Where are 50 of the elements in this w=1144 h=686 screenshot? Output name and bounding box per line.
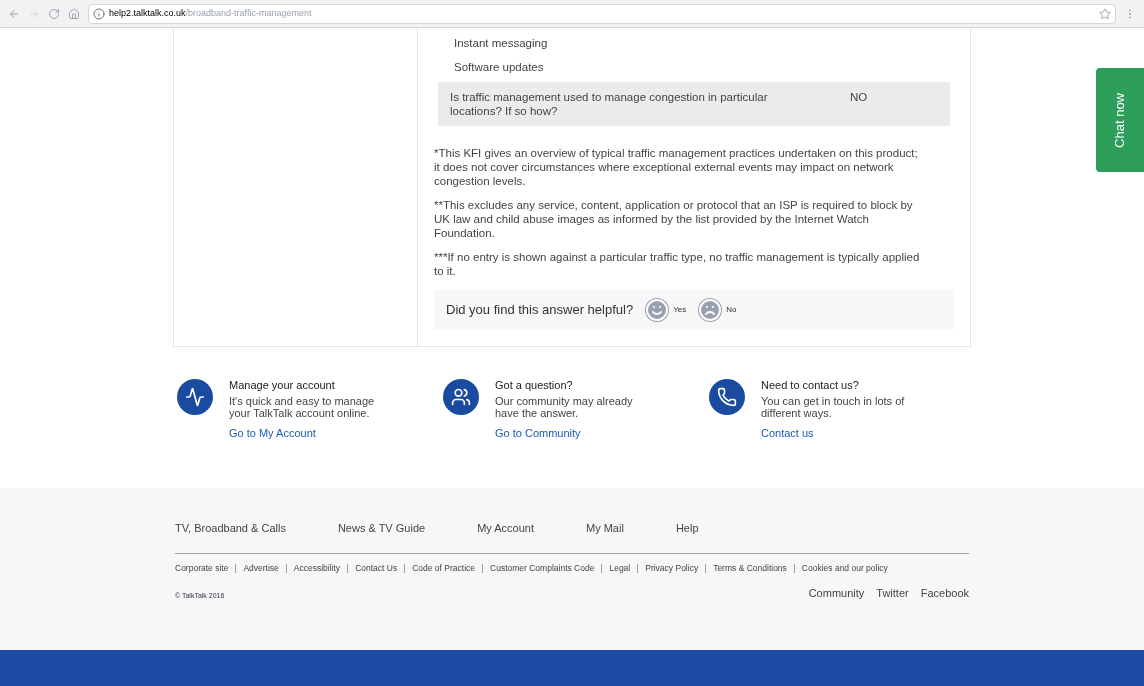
footer-link[interactable]: Customer Complaints Code	[490, 561, 595, 575]
feedback-question: Did you find this answer helpful?	[446, 303, 634, 317]
feedback-button[interactable]: Yes	[645, 298, 687, 322]
pulse-icon	[185, 387, 205, 407]
card-text: It's quick and easy to manage your TalkTalk account online.	[229, 395, 376, 419]
traffic-type: Instant messaging	[454, 36, 549, 50]
footer-nav-link[interactable]: Help	[675, 520, 699, 537]
footer-link[interactable]: Legal	[609, 561, 631, 575]
card-text: Our community may already have the answer.	[495, 395, 634, 419]
footer-nav-link[interactable]: My Account	[477, 520, 534, 537]
footer-nav-link[interactable]: TV, Broadband & Calls	[175, 520, 286, 537]
footer-link[interactable]: Advertise	[243, 561, 279, 575]
card-title: Need to contact us?	[761, 379, 860, 391]
social-link[interactable]: Twitter	[876, 584, 909, 601]
smiley-icon	[645, 298, 670, 322]
social-link[interactable]: Community	[808, 584, 865, 601]
question-text: Is traffic management used to manage congestion in particular locations? If so how?	[450, 90, 769, 118]
info-icon	[93, 7, 105, 20]
footer-link[interactable]: Contact Us	[355, 561, 398, 575]
back-icon[interactable]	[8, 7, 20, 20]
footer-link[interactable]: Corporate site	[175, 561, 229, 575]
footnote: **This excludes any service, content, application or protocol that an ISP is required to block by UK law and child abuse images as informed by the list provided by the Internet Watch Foundation.	[434, 198, 914, 240]
footer-nav-link[interactable]: My Mail	[586, 520, 624, 537]
footnote: *This KFI gives an overview of typical traffic management practices undertaken on this product; it does not cover circumstances where exceptional external events may impact on network congestion levels.	[434, 146, 919, 188]
card-text: You can get in touch in lots of different ways.	[761, 395, 906, 419]
card-link[interactable]: Go to My Account	[229, 427, 379, 439]
footer-nav-link[interactable]: News & TV Guide	[337, 520, 426, 537]
card-title: Got a question?	[495, 379, 574, 391]
bookmark-star-icon[interactable]	[1099, 7, 1111, 20]
home-icon[interactable]	[68, 7, 80, 20]
people-icon	[451, 387, 471, 407]
footer-link[interactable]: Privacy Policy	[645, 561, 699, 575]
url-text: help2.talktalk.co.uk/broadband-traffic-management	[109, 6, 312, 20]
card-link[interactable]: Contact us	[761, 427, 911, 439]
social-link[interactable]: Facebook	[920, 584, 969, 601]
phone-icon	[717, 387, 737, 407]
footnote: ***If no entry is shown against a particular traffic type, no traffic management is typically applied to it.	[434, 250, 921, 278]
traffic-type: Software updates	[454, 60, 545, 74]
card-title: Manage your account	[229, 379, 336, 391]
forward-icon[interactable]	[28, 7, 40, 20]
feedback-button[interactable]: No	[698, 298, 737, 322]
card-link[interactable]: Go to Community	[495, 427, 645, 439]
reload-icon[interactable]	[48, 7, 60, 20]
sad-face-icon	[698, 298, 723, 322]
footer-link[interactable]: Code of Practice	[412, 561, 475, 575]
footer-link[interactable]: Accessibility	[293, 561, 341, 575]
footer-link[interactable]: Terms & Conditions	[713, 561, 787, 575]
address-bar[interactable]: help2.talktalk.co.uk/broadband-traffic-management	[88, 3, 1116, 24]
footer-link[interactable]: Cookies and our policy	[801, 561, 888, 575]
answer-text: NO	[850, 90, 868, 105]
